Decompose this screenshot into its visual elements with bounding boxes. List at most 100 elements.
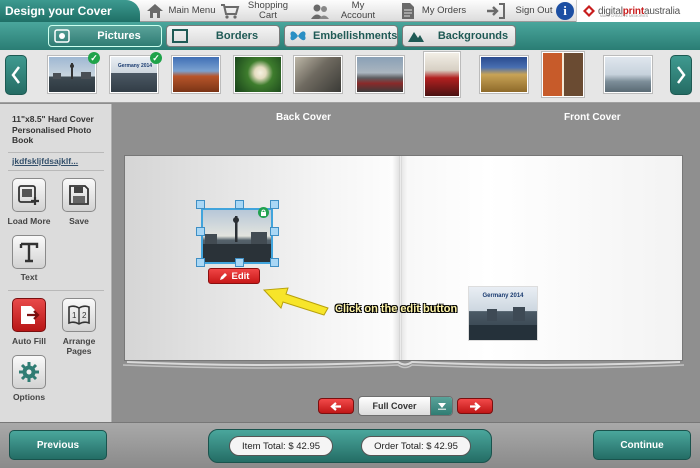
next-view-button[interactable] [457, 398, 493, 414]
butterfly-icon [289, 28, 307, 44]
tab-pictures-label: Pictures [97, 30, 141, 42]
edit-label: Edit [231, 270, 250, 282]
resize-handle[interactable] [235, 200, 244, 209]
auto-fill-button[interactable] [12, 298, 46, 332]
instruction-callout: Click on the edit button [335, 303, 458, 315]
tool-sidebar: 11"x8.5" Hard Cover Personalised Photo B… [0, 104, 112, 422]
photo-thumbnail-strip: ✓ Germany 2014 ✓ [0, 50, 700, 103]
used-check-icon: ✓ [88, 52, 100, 64]
order-totals: Item Total: $ 42.95 Order Total: $ 42.95 [208, 429, 492, 463]
logo-tagline: MAKE CREATIVE MEMORIES [600, 14, 649, 18]
sign-out-link[interactable]: Sign Out [486, 0, 558, 22]
resize-handle[interactable] [196, 227, 205, 236]
lock-icon[interactable] [258, 207, 269, 218]
load-more-button[interactable] [12, 178, 46, 212]
auto-fill-icon [21, 306, 40, 324]
tab-pictures[interactable]: Pictures [48, 25, 162, 47]
tab-embellishments-label: Embellishments [313, 30, 398, 42]
chevron-down-icon[interactable] [430, 397, 452, 415]
arrow-right-icon [470, 401, 481, 411]
tab-borders-label: Borders [215, 30, 259, 42]
gear-icon [19, 362, 39, 382]
svg-text:1: 1 [72, 311, 77, 320]
tab-borders[interactable]: Borders [166, 25, 280, 47]
resize-handle[interactable] [270, 200, 279, 209]
resize-handle[interactable] [196, 258, 205, 267]
view-select-value: Full Cover [372, 401, 417, 411]
photo-thumbnail[interactable] [234, 56, 282, 93]
photo-thumbnail[interactable] [480, 56, 528, 93]
front-cover-photo[interactable]: Germany 2014 [468, 286, 538, 341]
account-icon [311, 4, 329, 19]
sign-out-icon [487, 3, 505, 19]
project-name-link[interactable]: jkdfskljfdsajklf... [12, 156, 104, 166]
my-account-link[interactable]: My Account [310, 0, 382, 22]
text-button[interactable] [12, 235, 46, 269]
divider [8, 170, 104, 171]
my-account-label: My Account [340, 0, 376, 21]
resize-handle[interactable] [270, 258, 279, 267]
main-menu-link[interactable]: Main Menu [146, 0, 216, 22]
frame-icon [171, 28, 189, 44]
save-icon [69, 185, 89, 205]
text-icon [19, 242, 39, 263]
tab-backgrounds-label: Backgrounds [437, 30, 509, 42]
tab-backgrounds[interactable]: Backgrounds [402, 25, 516, 47]
save-button[interactable] [62, 178, 96, 212]
front-cover-label: Front Cover [564, 112, 621, 123]
continue-button[interactable]: Continue [593, 430, 691, 460]
mountain-icon [407, 28, 425, 44]
arrange-pages-label: Arrange Pages [62, 336, 96, 356]
prev-view-button[interactable] [318, 398, 354, 414]
photo-icon [53, 28, 71, 44]
item-total: Item Total: $ 42.95 [229, 436, 334, 456]
asset-tab-strip: Pictures Borders Embellishments Backgrou… [0, 22, 700, 50]
previous-button[interactable]: Previous [9, 430, 107, 460]
photo-thumbnail[interactable]: ✓ [48, 52, 100, 93]
my-orders-link[interactable]: My Orders [400, 0, 468, 22]
arrange-pages-button[interactable]: 12 [62, 298, 96, 332]
page-title: Design your Cover [0, 0, 140, 22]
top-bar: Design your Cover Main Menu Shopping Car… [0, 0, 700, 22]
back-cover-label: Back Cover [276, 112, 332, 123]
arrange-pages-icon: 12 [68, 305, 90, 325]
thumbs-next-button[interactable] [670, 55, 692, 95]
divider [8, 152, 104, 153]
orders-icon [402, 3, 414, 19]
arrow-left-icon [330, 401, 341, 411]
photo-thumbnail[interactable] [542, 52, 584, 97]
options-label: Options [12, 392, 46, 402]
chevron-right-icon [677, 66, 686, 84]
photo-thumbnail[interactable] [294, 56, 342, 93]
info-button[interactable]: i [556, 2, 574, 20]
divider [8, 290, 104, 291]
photo-thumbnail[interactable] [172, 56, 220, 93]
brand-logo: digitalprintaustralia [576, 0, 700, 22]
photo-thumbnail[interactable] [424, 52, 460, 97]
save-label: Save [69, 216, 89, 226]
view-select[interactable]: Full Cover [358, 396, 453, 416]
photo-thumbnail[interactable]: Germany 2014 ✓ [110, 52, 162, 93]
logo-mark-icon [583, 5, 595, 17]
tab-embellishments[interactable]: Embellishments [284, 25, 398, 47]
chevron-left-icon [11, 66, 20, 84]
order-total: Order Total: $ 42.95 [361, 436, 471, 456]
cart-icon [221, 4, 240, 19]
resize-handle[interactable] [235, 258, 244, 267]
auto-fill-label: Auto Fill [12, 336, 46, 346]
photo-thumbnail[interactable] [604, 56, 652, 93]
shopping-cart-link[interactable]: Shopping Cart [220, 0, 292, 22]
svg-text:2: 2 [82, 311, 87, 320]
photo-thumbnail[interactable] [356, 56, 404, 93]
options-button[interactable] [12, 355, 46, 389]
resize-handle[interactable] [196, 200, 205, 209]
my-orders-label: My Orders [421, 5, 467, 16]
product-name: 11"x8.5" Hard Cover Personalised Photo B… [12, 114, 94, 145]
resize-handle[interactable] [270, 227, 279, 236]
main-menu-label: Main Menu [168, 5, 216, 16]
home-icon [147, 4, 163, 18]
load-more-label: Load More [7, 216, 51, 226]
edit-photo-button[interactable]: Edit [208, 268, 260, 284]
pencil-icon [219, 272, 227, 280]
thumbs-prev-button[interactable] [5, 55, 27, 95]
